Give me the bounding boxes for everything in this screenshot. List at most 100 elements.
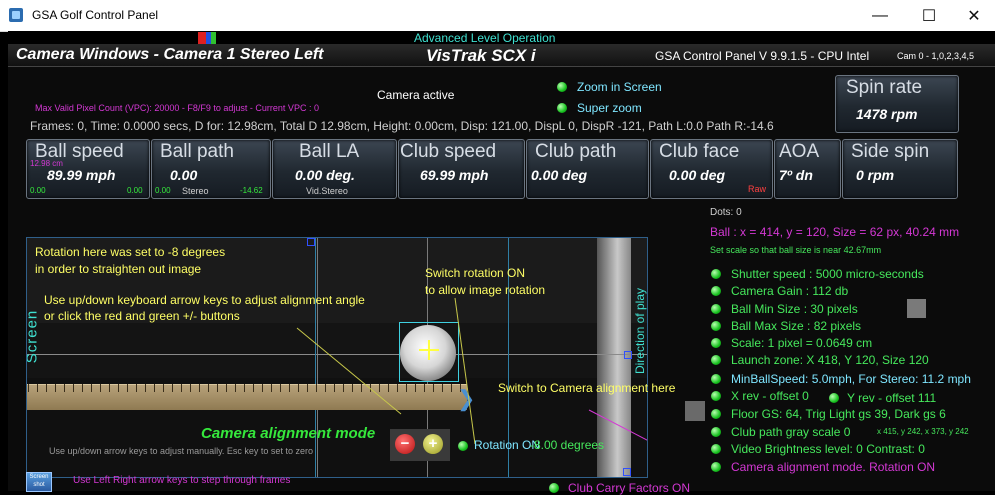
zoom-in-screen-label[interactable]: Zoom in Screen bbox=[577, 80, 662, 94]
video-brightness-setting[interactable]: Video Brightness level: 0 Contrast: 0 bbox=[731, 442, 925, 456]
manual-adjust-hint: Use up/down arrow keys to adjust manuall… bbox=[49, 446, 313, 456]
club-path-label: Club path bbox=[535, 141, 617, 162]
switch-camera-note: Switch to Camera alignment here bbox=[498, 381, 676, 395]
ball-path-value: 0.00 bbox=[170, 167, 198, 183]
club-face-value: 0.00 deg bbox=[669, 167, 726, 183]
rotation-note-line2: in order to straighten out image bbox=[35, 262, 202, 276]
spin-rate-value: 1478 rpm bbox=[856, 106, 918, 122]
rotate-minus-button[interactable]: − bbox=[395, 434, 415, 454]
ball-path-sub-left: 0.00 bbox=[155, 186, 171, 195]
rotation-on-indicator[interactable] bbox=[458, 441, 468, 451]
ball-la-label: Ball LA bbox=[299, 141, 360, 162]
ball-max-size-setting[interactable]: Ball Max Size : 82 pixels bbox=[731, 319, 861, 333]
y-rev-indicator[interactable] bbox=[829, 393, 839, 403]
club-path-gray-setting[interactable]: Club path gray scale 0 bbox=[731, 425, 850, 439]
scale-hint: Set scale so that ball size is near 42.6… bbox=[710, 245, 882, 255]
scale-indicator[interactable] bbox=[711, 338, 721, 348]
club-path-box: Club path 0.00 deg bbox=[526, 139, 649, 199]
club-speed-label: Club speed bbox=[400, 141, 497, 162]
ball-speed-sub-left: 0.00 bbox=[30, 186, 46, 195]
product-name: VisTrak SCX i bbox=[426, 46, 536, 65]
ball-path-label: Ball path bbox=[160, 141, 234, 162]
rotate-plus-button[interactable]: + bbox=[423, 434, 443, 454]
vpc-info: Max Valid Pixel Count (VPC): 20000 - F8/… bbox=[35, 103, 319, 113]
ball-speed-box: Ball speed 12.98 cm 89.99 mph 0.00 0.00 bbox=[26, 139, 150, 199]
screenshot-button[interactable]: Screen shot bbox=[26, 472, 52, 492]
super-zoom-label[interactable]: Super zoom bbox=[577, 101, 642, 115]
keys-note-line1: Use up/down keyboard arrow keys to adjus… bbox=[44, 293, 365, 307]
ball-size-swatch bbox=[907, 299, 926, 318]
ball-path-box: Ball path 0.00 0.00 Stereo -14.62 bbox=[151, 139, 271, 199]
spin-rate-box: Spin rate 1478 rpm bbox=[835, 75, 959, 133]
keys-note-line2: or click the red and green +/- buttons bbox=[44, 309, 240, 323]
ball-speed-sub-right: 0.00 bbox=[127, 186, 143, 195]
club-face-raw: Raw bbox=[748, 184, 767, 194]
camera-window-title: Camera Windows - Camera 1 Stereo Left bbox=[16, 46, 324, 63]
spin-rate-label: Spin rate bbox=[846, 77, 923, 98]
camera-alignment-indicator[interactable] bbox=[711, 462, 721, 472]
ball-speed-value: 89.99 mph bbox=[47, 167, 116, 183]
aoa-box: AOA 7º dn bbox=[774, 139, 841, 199]
side-spin-label: Side spin bbox=[851, 141, 930, 162]
ball-la-value: 0.00 deg. bbox=[295, 167, 355, 183]
floor-gs-indicator[interactable] bbox=[711, 409, 721, 419]
version-label: GSA Control Panel V 9.9.1.5 - CPU Intel bbox=[655, 49, 870, 63]
red-flag-icon bbox=[198, 32, 206, 44]
club-face-label: Club face bbox=[659, 141, 740, 162]
side-spin-value: 0 rpm bbox=[856, 167, 895, 183]
ball-info: Ball : x = 414, y = 120, Size = 62 px, 4… bbox=[710, 225, 960, 239]
camera-alignment-toggle[interactable]: Camera alignment mode. Rotation ON bbox=[731, 460, 935, 474]
app-logo-icon bbox=[9, 8, 23, 22]
ball-la-vid-stereo: Vid.Stereo bbox=[306, 186, 348, 196]
switch-rotation-note-line2: to allow image rotation bbox=[425, 283, 546, 297]
rotation-degrees: -8.00 degrees bbox=[530, 438, 605, 452]
aoa-value: 7º dn bbox=[779, 167, 813, 183]
shutter-speed-setting[interactable]: Shutter speed : 5000 micro-seconds bbox=[731, 267, 924, 281]
club-path-gray-indicator[interactable] bbox=[711, 427, 721, 437]
rotation-note-line1: Rotation here was set to -8 degrees bbox=[35, 245, 226, 259]
min-ball-speed-indicator[interactable] bbox=[711, 374, 721, 384]
video-brightness-indicator[interactable] bbox=[711, 444, 721, 454]
green-flag-icon bbox=[211, 32, 216, 44]
gray-swatch bbox=[685, 401, 705, 421]
window-titlebar: GSA Golf Control Panel — ☐ ✕ bbox=[0, 0, 995, 32]
launch-zone-setting[interactable]: Launch zone: X 418, Y 120, Size 120 bbox=[731, 353, 929, 367]
scale-setting[interactable]: Scale: 1 pixel = 0.0649 cm bbox=[731, 336, 872, 350]
club-carry-indicator[interactable] bbox=[549, 483, 559, 493]
club-speed-value: 69.99 mph bbox=[420, 167, 489, 183]
maximize-button[interactable]: ☐ bbox=[906, 0, 952, 31]
minimize-button[interactable]: — bbox=[857, 0, 903, 31]
ball-max-size-indicator[interactable] bbox=[711, 321, 721, 331]
aoa-label: AOA bbox=[779, 141, 820, 162]
advanced-level-banner: Advanced Level Operation bbox=[414, 31, 556, 45]
ball-path-stereo: Stereo bbox=[182, 186, 209, 196]
dots-count: Dots: 0 bbox=[710, 207, 742, 218]
club-carry-toggle[interactable]: Club Carry Factors ON bbox=[568, 481, 690, 495]
window-title: GSA Golf Control Panel bbox=[32, 8, 159, 22]
club-face-box: Club face 0.00 deg Raw bbox=[650, 139, 773, 199]
camera-alignment-mode-label: Camera alignment mode bbox=[201, 425, 376, 442]
x-rev-offset[interactable]: X rev - offset 0 bbox=[731, 389, 809, 403]
launch-zone-indicator[interactable] bbox=[711, 355, 721, 365]
ball-min-size-indicator[interactable] bbox=[711, 304, 721, 314]
ball-min-size-setting[interactable]: Ball Min Size : 30 pixels bbox=[731, 302, 858, 316]
camera-list: Cam 0 - 1,0,2,3,4,5 bbox=[897, 51, 975, 61]
camera-active-status: Camera active bbox=[377, 88, 455, 102]
x-rev-indicator[interactable] bbox=[711, 391, 721, 401]
min-ball-speed-setting[interactable]: MinBallSpeed: 5.0mph, For Stereo: 11.2 m… bbox=[731, 372, 971, 386]
shutter-speed-indicator[interactable] bbox=[711, 269, 721, 279]
close-button[interactable]: ✕ bbox=[951, 0, 995, 31]
frames-info: Frames: 0, Time: 0.0000 secs, D for: 12.… bbox=[30, 119, 774, 133]
y-rev-offset[interactable]: Y rev - offset 111 bbox=[847, 391, 936, 405]
camera-gain-setting[interactable]: Camera Gain : 112 db bbox=[731, 284, 848, 298]
camera-gain-indicator[interactable] bbox=[711, 286, 721, 296]
ball-path-sub-right: -14.62 bbox=[240, 186, 263, 195]
ball-la-box: Ball LA 0.00 deg. Vid.Stereo bbox=[272, 139, 397, 199]
side-spin-box: Side spin 0 rpm bbox=[842, 139, 958, 199]
switch-rotation-note-line1: Switch rotation ON bbox=[425, 266, 526, 280]
floor-gs-setting[interactable]: Floor GS: 64, Trig Light gs 39, Dark gs … bbox=[731, 407, 946, 421]
zoom-in-screen-indicator[interactable] bbox=[557, 82, 567, 92]
club-path-value: 0.00 deg bbox=[531, 167, 588, 183]
super-zoom-indicator[interactable] bbox=[557, 103, 567, 113]
club-speed-box: Club speed 69.99 mph bbox=[398, 139, 525, 199]
